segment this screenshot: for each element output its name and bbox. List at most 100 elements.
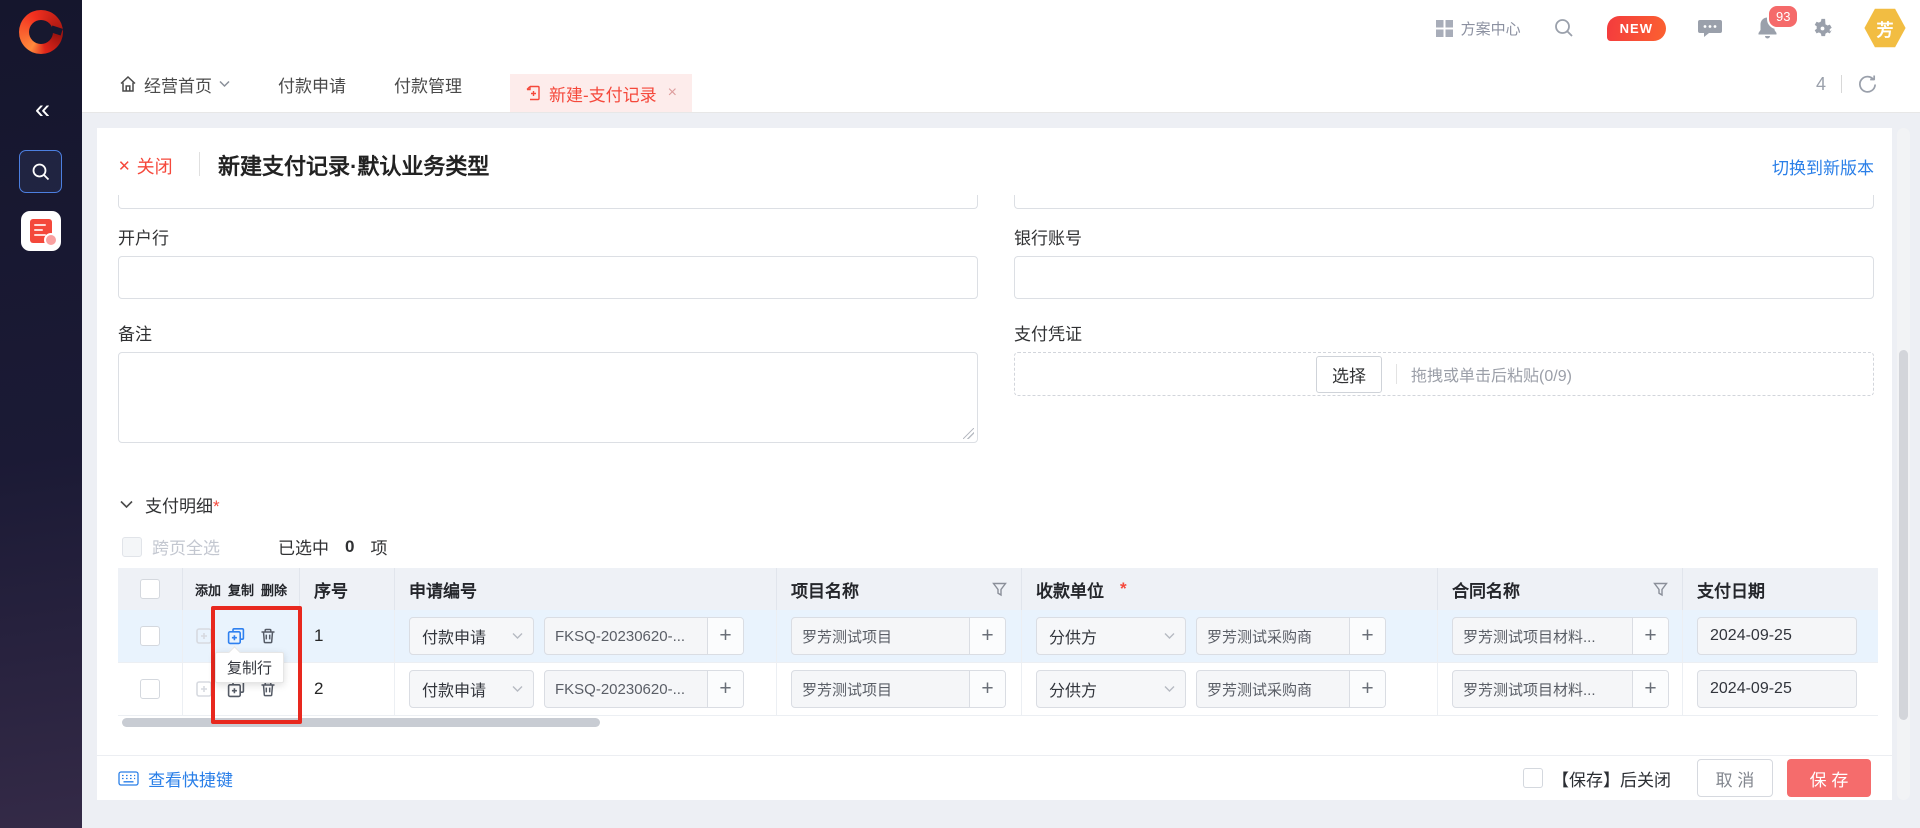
top-header: 方案中心 NEW 93 芳 (82, 0, 1920, 56)
apply-type-select[interactable]: 付款申请 (409, 670, 534, 708)
sidebar-collapse-icon[interactable]: « (0, 94, 82, 125)
project-add-button[interactable]: + (969, 618, 1005, 654)
filter-icon[interactable] (1653, 582, 1668, 597)
horizontal-scrollbar-thumb[interactable] (122, 718, 600, 727)
section-title: 支付明细* (145, 492, 220, 517)
resize-handle[interactable] (963, 428, 974, 439)
copy-row-tooltip: 复制行 (215, 652, 284, 683)
contract-add-button[interactable]: + (1632, 618, 1668, 654)
project-value[interactable]: 罗芳测试项目 (792, 618, 969, 654)
truncated-input-left[interactable] (118, 195, 978, 209)
row-seq: 1 (314, 626, 323, 646)
tab-new-payment-record[interactable]: 新建-支付记录 × (510, 74, 692, 112)
payment-detail-section-toggle[interactable]: 支付明细* (120, 492, 220, 517)
doc-plus-icon (525, 85, 541, 101)
divider (1396, 364, 1397, 384)
account-label: 银行账号 (1014, 224, 1082, 249)
sidebar-search-button[interactable] (19, 150, 62, 193)
header-apply-no: 申请编号 (395, 568, 777, 610)
tab-payment-request[interactable]: 付款申请 (278, 72, 346, 97)
chevron-down-icon (1164, 685, 1175, 693)
panel-footer: 查看快捷键 【保存】后关闭 取 消 保 存 (97, 755, 1892, 800)
voucher-label: 支付凭证 (1014, 320, 1082, 345)
contract-value[interactable]: 罗芳测试项目材料... (1453, 671, 1632, 707)
header-seq: 序号 (300, 568, 395, 610)
voucher-select-button[interactable]: 选择 (1316, 356, 1382, 393)
tab-payment-management-label: 付款管理 (394, 72, 462, 97)
cancel-button[interactable]: 取 消 (1697, 759, 1773, 797)
remark-textarea[interactable] (118, 352, 978, 443)
account-input[interactable] (1014, 256, 1874, 299)
keyboard-icon (118, 771, 139, 786)
selection-toolbar: 跨页全选 已选中 0 项 (122, 534, 387, 559)
solution-center-button[interactable]: 方案中心 (1436, 18, 1521, 39)
home-icon (119, 75, 137, 93)
selected-info: 已选中 0 项 (278, 534, 387, 559)
notification-bell-button[interactable]: 93 (1756, 16, 1779, 40)
contract-field: 罗芳测试项目材料... + (1452, 617, 1669, 655)
apply-no-add-button[interactable]: + (707, 618, 743, 654)
tab-home-label: 经营首页 (144, 72, 212, 97)
sidebar-payment-doc-button[interactable] (21, 211, 61, 251)
payee-type-select[interactable]: 分供方 (1036, 617, 1186, 655)
truncated-input-right[interactable] (1014, 195, 1874, 209)
tab-home[interactable]: 经营首页 (119, 72, 230, 97)
project-add-button[interactable]: + (969, 671, 1005, 707)
apply-type-select[interactable]: 付款申请 (409, 617, 534, 655)
project-value[interactable]: 罗芳测试项目 (792, 671, 969, 707)
tab-payment-management[interactable]: 付款管理 (394, 72, 462, 97)
app-root: { "sidebar": { "collapse_icon": "«" }, "… (0, 0, 1920, 828)
tab-close-icon[interactable]: × (668, 84, 677, 102)
voucher-upload-area[interactable]: 选择 拖拽或单击后粘贴(0/9) (1014, 352, 1874, 396)
close-panel-button[interactable]: ✕ 关闭 (118, 153, 173, 179)
message-icon[interactable] (1698, 17, 1722, 39)
header-copy-label: 复制 (228, 580, 254, 599)
vertical-scrollbar-thumb[interactable] (1899, 350, 1908, 720)
apply-no-field: FKSQ-20230620-... + (544, 670, 744, 708)
tab-payment-request-label: 付款申请 (278, 72, 346, 97)
remark-label: 备注 (118, 320, 152, 345)
refresh-icon[interactable] (1857, 74, 1878, 95)
settings-gear-icon[interactable] (1811, 17, 1834, 40)
tabbar-tools: 4 (1816, 74, 1878, 95)
apply-no-value[interactable]: FKSQ-20230620-... (545, 671, 707, 707)
apply-no-value[interactable]: FKSQ-20230620-... (545, 618, 707, 654)
header-pay-date: 支付日期 (1683, 568, 1878, 610)
payee-value[interactable]: 罗芳测试采购商 (1197, 671, 1349, 707)
select-all-checkbox[interactable] (140, 579, 160, 599)
row-checkbox[interactable] (140, 679, 160, 699)
user-avatar[interactable]: 芳 (1864, 8, 1906, 48)
bank-input[interactable] (118, 256, 978, 299)
view-shortcuts-link[interactable]: 查看快捷键 (118, 766, 233, 791)
view-shortcuts-label: 查看快捷键 (148, 766, 233, 791)
pay-date-input[interactable]: 2024-09-25 (1697, 670, 1857, 708)
header-contract: 合同名称 (1438, 568, 1683, 610)
pay-date-input[interactable]: 2024-09-25 (1697, 617, 1857, 655)
payee-add-button[interactable]: + (1349, 671, 1385, 707)
notification-count-badge: 93 (1767, 4, 1799, 29)
row-checkbox[interactable] (140, 626, 160, 646)
header-select-all (118, 568, 183, 610)
chevron-down-icon (512, 632, 523, 640)
new-payment-record-panel: ✕ 关闭 新建支付记录·默认业务类型 切换到新版本 开户行 银行账号 备注 支付… (97, 128, 1892, 800)
save-button[interactable]: 保 存 (1787, 759, 1871, 797)
apply-no-add-button[interactable]: + (707, 671, 743, 707)
header-project: 项目名称 (777, 568, 1022, 610)
cross-page-select-checkbox[interactable] (122, 537, 142, 557)
payment-doc-icon (30, 219, 52, 243)
selected-count: 0 (345, 537, 354, 557)
payee-add-button[interactable]: + (1349, 618, 1385, 654)
save-then-close-checkbox[interactable] (1523, 768, 1543, 788)
tab-counter: 4 (1816, 74, 1826, 95)
contract-value[interactable]: 罗芳测试项目材料... (1453, 618, 1632, 654)
search-icon[interactable] (1553, 17, 1575, 39)
filter-icon[interactable] (992, 582, 1007, 597)
new-badge[interactable]: NEW (1607, 16, 1666, 41)
payee-field: 罗芳测试采购商 + (1196, 670, 1386, 708)
payee-type-select[interactable]: 分供方 (1036, 670, 1186, 708)
contract-add-button[interactable]: + (1632, 671, 1668, 707)
payee-value[interactable]: 罗芳测试采购商 (1197, 618, 1349, 654)
divider (1841, 75, 1842, 93)
switch-version-link[interactable]: 切换到新版本 (1772, 154, 1874, 179)
app-logo-icon[interactable] (19, 10, 63, 54)
